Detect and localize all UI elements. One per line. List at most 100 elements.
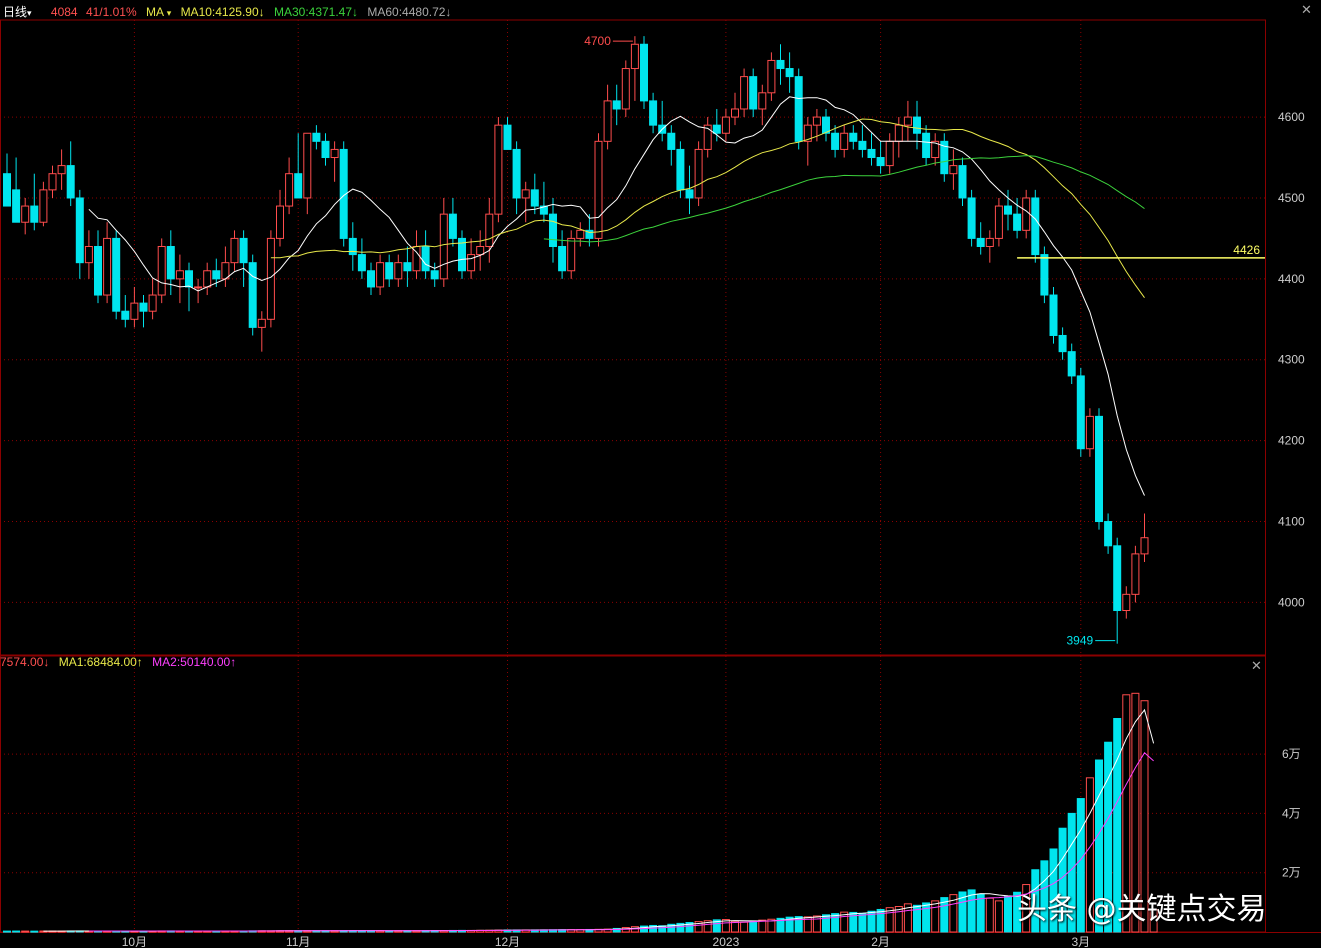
candle-down bbox=[12, 189, 21, 223]
volume-bar-down bbox=[749, 921, 758, 933]
candle-up bbox=[203, 270, 212, 288]
candle-down bbox=[785, 68, 794, 78]
candle-up bbox=[840, 132, 849, 150]
candle-up bbox=[148, 294, 157, 312]
candle-up bbox=[731, 108, 739, 118]
candle-down bbox=[558, 245, 567, 272]
volume-bar-down bbox=[822, 914, 830, 933]
candle-down bbox=[867, 148, 876, 159]
candle-up bbox=[48, 173, 57, 191]
candle-down bbox=[1067, 351, 1076, 377]
watermark: 头条 @关键点交易 bbox=[1017, 892, 1267, 927]
candle-up bbox=[758, 92, 767, 110]
ma30-value: MA30:4371.47↓ bbox=[273, 5, 359, 19]
candle-up bbox=[1022, 197, 1031, 231]
volume-bar-up bbox=[21, 930, 30, 933]
volume-bar-down bbox=[30, 930, 39, 933]
candle-up bbox=[303, 132, 312, 199]
price-tick-label: 4600 bbox=[1278, 110, 1305, 124]
volume-tick-label: 2万 bbox=[1282, 866, 1301, 880]
ma10-value: MA10:4125.90↓ bbox=[180, 5, 265, 19]
candle-up bbox=[494, 124, 503, 215]
candle-up bbox=[903, 116, 912, 126]
candle-down bbox=[512, 148, 521, 199]
volume-tick-label: 6万 bbox=[1282, 747, 1301, 761]
candle-up bbox=[1140, 537, 1149, 555]
candle-down bbox=[1058, 334, 1067, 353]
candle-up bbox=[21, 205, 30, 223]
candle-down bbox=[75, 197, 84, 264]
price-tick-label: 4000 bbox=[1278, 595, 1305, 609]
candle-up bbox=[376, 262, 385, 288]
close-volume-icon[interactable]: ✕ bbox=[1251, 658, 1262, 674]
candle-up bbox=[1131, 553, 1140, 595]
candle-down bbox=[1031, 197, 1040, 256]
ma10-line bbox=[88, 96, 1145, 496]
candle-up bbox=[230, 237, 239, 264]
candle-down bbox=[503, 124, 512, 150]
candle-down bbox=[94, 245, 102, 296]
candle-down bbox=[239, 237, 248, 264]
candle-down bbox=[712, 124, 721, 134]
candle-up bbox=[721, 116, 730, 134]
candle-up bbox=[394, 262, 403, 280]
candle-down bbox=[357, 254, 366, 272]
candle-up bbox=[39, 189, 48, 223]
candle-down bbox=[448, 213, 457, 239]
volume-bar-up bbox=[994, 900, 1003, 933]
candle-down bbox=[1076, 375, 1085, 450]
price-tick-label: 4300 bbox=[1278, 353, 1305, 367]
volume-bar-up bbox=[740, 921, 749, 933]
candle-down bbox=[430, 270, 439, 280]
vol-ma2-value: MA2:50140.00↑ bbox=[152, 655, 237, 669]
candle-down bbox=[121, 310, 130, 320]
volume-value: 7574.00↓ bbox=[0, 655, 50, 669]
candle-down bbox=[294, 173, 303, 199]
candle-down bbox=[922, 132, 931, 159]
candle-down bbox=[676, 148, 685, 191]
candle-down bbox=[1040, 254, 1049, 296]
kline-chart[interactable]: 4000 4100 4200 4300 4400 4500 4600 2万 4万 6万 10月 11月… bbox=[0, 0, 1321, 948]
candle-up bbox=[994, 205, 1003, 239]
volume-bar-down bbox=[12, 930, 21, 933]
candle-up bbox=[257, 318, 266, 328]
candle-down bbox=[849, 132, 858, 142]
price-tick-label: 4500 bbox=[1278, 191, 1305, 205]
candle-down bbox=[30, 205, 39, 223]
ma-selector[interactable]: MA ▾ bbox=[146, 5, 171, 19]
candle-up bbox=[84, 245, 93, 264]
price-tick-label: 4400 bbox=[1278, 272, 1305, 286]
volume-bar-down bbox=[922, 902, 931, 933]
candle-down bbox=[913, 116, 921, 134]
candle-up bbox=[621, 68, 630, 110]
candle-down bbox=[139, 302, 148, 312]
candle-down bbox=[348, 237, 357, 256]
date-tick-label: 2月 bbox=[871, 935, 890, 948]
candle-down bbox=[876, 157, 885, 167]
candle-down bbox=[1104, 521, 1113, 547]
candle-down bbox=[976, 237, 985, 247]
candle-up bbox=[567, 237, 576, 272]
date-tick-label: 3月 bbox=[1071, 935, 1090, 948]
volume-bar-down bbox=[858, 912, 867, 933]
candle-up bbox=[467, 254, 476, 272]
close-icon[interactable]: ✕ bbox=[1301, 2, 1312, 18]
candle-down bbox=[958, 165, 967, 199]
candle-up bbox=[894, 124, 903, 142]
candle-up bbox=[594, 140, 603, 239]
period-selector[interactable]: 日线▾ bbox=[3, 5, 32, 19]
candle-down bbox=[1049, 294, 1058, 336]
candle-up bbox=[103, 237, 112, 296]
candle-up bbox=[57, 165, 66, 175]
candle-down bbox=[858, 140, 867, 150]
low-price-label: 3949 bbox=[1066, 634, 1093, 648]
candle-down bbox=[112, 237, 121, 312]
price-header: 日线▾ 4084 41/1.01% MA ▾ MA10:4125.90↓ MA3… bbox=[3, 3, 451, 20]
candle-down bbox=[66, 165, 75, 199]
candle-up bbox=[285, 173, 294, 207]
candle-down bbox=[1013, 213, 1022, 231]
date-tick-label: 2023 bbox=[713, 935, 740, 948]
volume-bar-up bbox=[758, 919, 767, 933]
candle-down bbox=[185, 270, 193, 288]
candle-up bbox=[1122, 593, 1131, 612]
